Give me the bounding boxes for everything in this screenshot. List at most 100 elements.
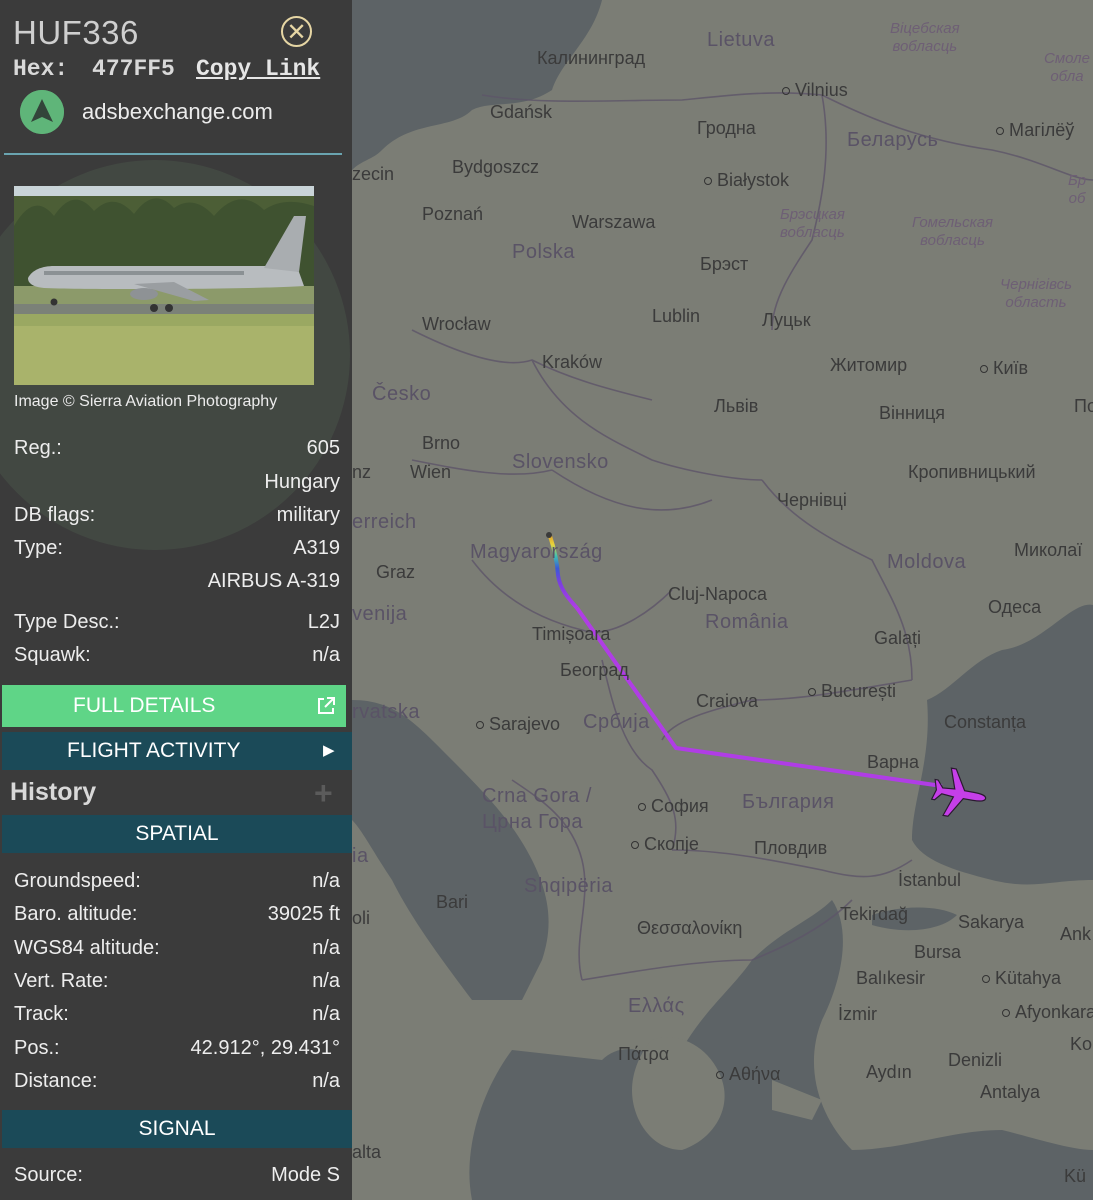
spatial-value: n/a (312, 1003, 340, 1025)
map-label-thessaloniki: Θεσσαλονίκη (637, 918, 743, 938)
history-heading: History (10, 778, 97, 806)
map-label-bialystok: Białystok (704, 170, 789, 190)
map-label-brno: Brno (422, 433, 461, 453)
signal-value: Mode S (271, 1164, 340, 1186)
spatial-key: Pos.: (14, 1037, 60, 1059)
map-label-mykolaiv: Миколаї (1014, 540, 1083, 560)
map-label-magilev: Магілёў (996, 120, 1074, 140)
detail-key: Squawk: (14, 644, 91, 666)
detail-value: AIRBUS A-319 (207, 570, 340, 592)
map-label-bydgoszcz: Bydgoszcz (452, 157, 540, 177)
map-label-ellas: Ελλάς (628, 995, 685, 1017)
detail-row-type-name: AIRBUS A-319 (14, 570, 340, 598)
map-label-bulgaria: България (742, 791, 835, 813)
source-site-link[interactable]: adsbexchange.com (82, 99, 273, 125)
map-label-sarajevo: Sarajevo (476, 714, 560, 734)
spatial-key: Track: (14, 1003, 69, 1025)
detail-key: Type: (14, 537, 63, 559)
map-label-bucuresti: București (808, 681, 896, 701)
map-label-polska: Polska (512, 241, 576, 263)
map-label-patra: Πάτρα (618, 1044, 670, 1064)
map-label-tekirdag: Tekirdağ (840, 904, 909, 924)
spatial-key: WGS84 altitude: (14, 937, 160, 959)
map-label-venija: venija (352, 603, 408, 625)
full-details-label: FULL DETAILS (73, 694, 216, 717)
flight-activity-label: FLIGHT ACTIVITY (67, 739, 241, 762)
caret-right-icon: ▶ (323, 742, 335, 759)
aircraft-photo[interactable] (14, 186, 314, 385)
map-label-lutsk: Луцьк (762, 310, 811, 330)
spatial-key: Groundspeed: (14, 870, 141, 892)
spatial-value: n/a (312, 937, 340, 959)
map-label-ku: Kü (1064, 1166, 1087, 1186)
map-label-cesko: Česko (372, 383, 432, 405)
map-label-lietuva: Lietuva (707, 29, 775, 51)
map-label-galati: Galați (874, 628, 922, 648)
map-label-wroclaw: Wrocław (422, 314, 491, 334)
spatial-row-track: Track: n/a (14, 1003, 340, 1031)
map-label-wien: Wien (410, 462, 452, 482)
map-label-shqiperia: Shqipëria (524, 875, 614, 897)
copy-link-button[interactable]: Copy Link (196, 56, 320, 82)
detail-value: Hungary (264, 471, 340, 493)
spatial-value: n/a (312, 1070, 340, 1092)
map-label-magyarorszag: Magyarország (470, 541, 603, 563)
spatial-row-vert-rate: Vert. Rate: n/a (14, 970, 340, 998)
map-label-skopje: Скопје (631, 834, 699, 854)
map-label-constanta: Constanța (944, 712, 1027, 732)
divider (4, 153, 342, 155)
map-label-graz: Graz (376, 562, 416, 582)
map-label-alta: alta (352, 1142, 382, 1162)
detail-row-country: Hungary (14, 471, 340, 499)
detail-row-db-flags: DB flags: military (14, 504, 340, 532)
map-label-antalya: Antalya (980, 1082, 1041, 1102)
spatial-row-distance: Distance: n/a (14, 1070, 340, 1098)
map-label-crna-gora-1: Crna Gora / (482, 785, 592, 807)
signal-row-source: Source: Mode S (14, 1164, 340, 1192)
map-label-afyonkara: Afyonkara (1002, 1002, 1093, 1022)
spatial-row-wgs84-altitude: WGS84 altitude: n/a (14, 937, 340, 965)
map-label-oli: oli (352, 908, 371, 928)
map-label-warszawa: Warszawa (572, 212, 656, 232)
map-view[interactable]: Lietuva Калининград Vilnius Gdańsk Гродн… (352, 0, 1093, 1200)
detail-value: L2J (307, 611, 340, 633)
map-label-grodna: Гродна (697, 118, 756, 138)
hex-label: Hex: (13, 56, 69, 82)
map-label-slovensko: Slovensko (512, 451, 609, 473)
signal-key: Source: (14, 1164, 83, 1186)
spatial-section-header[interactable]: SPATIAL (2, 815, 352, 853)
map-label-istanbul: İstanbul (898, 870, 962, 890)
map-label-kony: Kony (1070, 1034, 1093, 1054)
map-label-kaliningrad: Калининград (537, 48, 646, 68)
close-button[interactable]: ✕ (281, 16, 312, 47)
photo-credit: Image © Sierra Aviation Photography (14, 393, 278, 410)
map-label-varna: Варна (867, 752, 919, 772)
map-label-romania: România (705, 611, 789, 633)
map-label-vinnytsia: Вінниця (879, 403, 945, 423)
adsbexchange-logo-icon[interactable] (20, 90, 64, 134)
map-region-vitsebsk: Віцебская вобласць (890, 20, 960, 55)
map-label-chernivtsi: Чернівці (777, 490, 847, 510)
close-icon: ✕ (286, 19, 307, 46)
map-label-kyiv: Київ (980, 358, 1028, 378)
map-label-zecin: zecin (352, 164, 395, 184)
detail-value: n/a (312, 644, 340, 666)
detail-value: military (276, 504, 340, 526)
detail-row-type-desc: Type Desc.: L2J (14, 611, 340, 639)
plus-icon[interactable]: + (314, 777, 333, 809)
flight-activity-button[interactable]: FLIGHT ACTIVITY ▶ (2, 732, 352, 770)
signal-section-header[interactable]: SIGNAL (2, 1110, 352, 1148)
map-label-ia: ia (352, 845, 369, 867)
map-label-beograd: Београд (560, 660, 629, 680)
spatial-row-groundspeed: Groundspeed: n/a (14, 870, 340, 898)
external-link-icon (315, 685, 337, 727)
full-details-button[interactable]: FULL DETAILS (2, 685, 346, 727)
spatial-value: 39025 ft (267, 903, 340, 925)
map-region-smolensk: Смоле обла (1044, 50, 1090, 85)
map-label-denizli: Denizli (948, 1050, 1003, 1070)
spatial-row-baro-altitude: Baro. altitude: 39025 ft (14, 903, 340, 931)
map-label-craiova: Craiova (696, 691, 759, 711)
detail-row-squawk: Squawk: n/a (14, 644, 340, 672)
map-label-odesa: Одеса (988, 597, 1042, 617)
detail-key: Reg.: (14, 437, 62, 459)
